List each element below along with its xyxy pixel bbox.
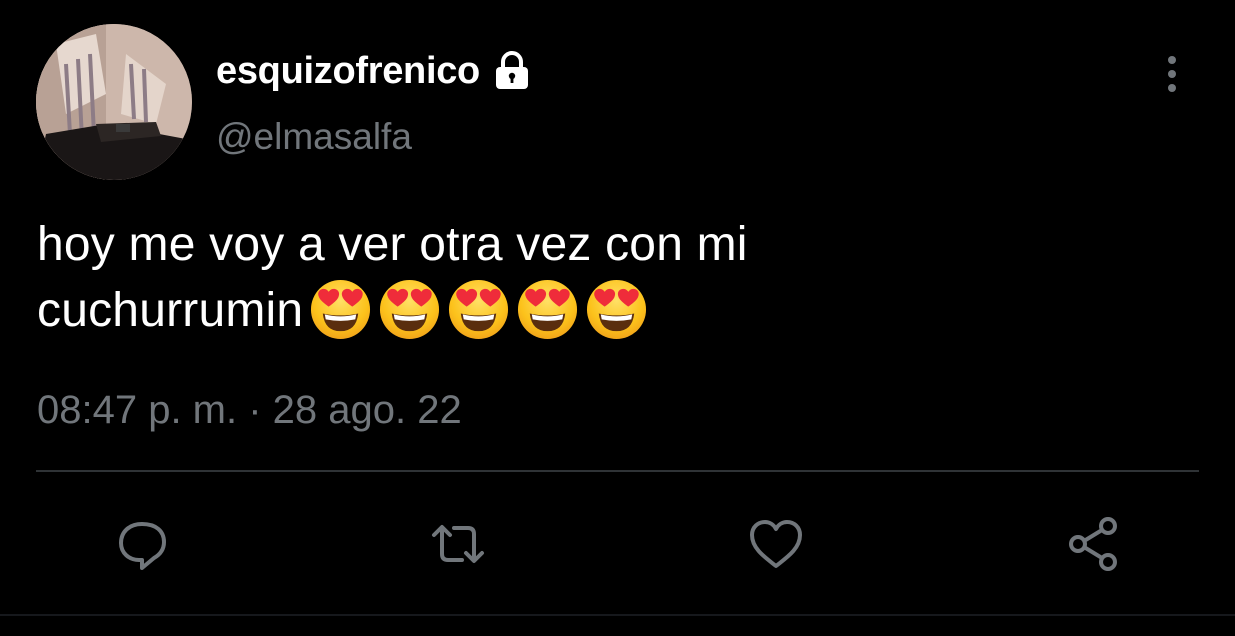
avatar[interactable] <box>36 24 192 180</box>
avatar-image <box>36 24 192 180</box>
lock-icon <box>490 49 534 93</box>
smiling-face-with-heart-eyes-emoji <box>516 278 579 341</box>
divider <box>36 470 1199 472</box>
emoji-row <box>309 278 648 341</box>
tweet-timestamp[interactable]: 08:47 p. m. · 28 ago. 22 <box>37 388 462 433</box>
retweet-icon <box>432 525 484 563</box>
bottom-divider <box>0 614 1235 616</box>
tweet-text: hoy me voy a ver otra vez con mi cuchurr… <box>37 212 1187 345</box>
retweet-button[interactable] <box>428 514 488 574</box>
smiling-face-with-heart-eyes-emoji <box>585 278 648 341</box>
share-icon <box>1069 517 1117 571</box>
tweet-text-word: cuchurrumin <box>37 284 304 337</box>
display-name[interactable]: esquizofrenico <box>216 50 480 93</box>
user-handle[interactable]: @elmasalfa <box>216 116 412 158</box>
reply-icon <box>119 522 166 570</box>
share-button[interactable] <box>1064 514 1124 574</box>
more-vertical-icon[interactable] <box>1150 52 1194 96</box>
user-name-row: esquizofrenico <box>216 44 534 98</box>
like-button[interactable] <box>746 514 806 574</box>
tweet-text-line-1: hoy me voy a ver otra vez con mi <box>37 218 748 271</box>
tweet-text-line-2: cuchurrumin <box>37 278 1187 345</box>
smiling-face-with-heart-eyes-emoji <box>447 278 510 341</box>
smiling-face-with-heart-eyes-emoji <box>309 278 372 341</box>
heart-icon <box>750 520 802 568</box>
smiling-face-with-heart-eyes-emoji <box>378 278 441 341</box>
reply-button[interactable] <box>112 514 172 574</box>
